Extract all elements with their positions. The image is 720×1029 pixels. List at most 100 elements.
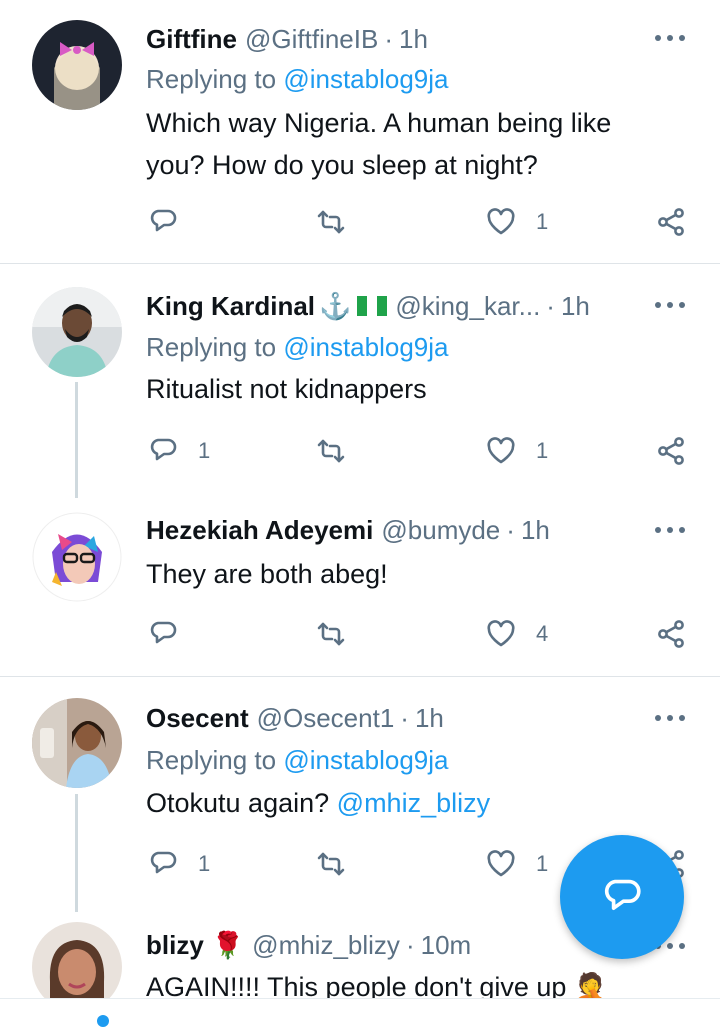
bottom-nav-bar	[0, 998, 720, 1029]
nigeria-flag-icon	[357, 296, 388, 316]
action-bar: 1	[0, 202, 720, 242]
heart-icon	[487, 437, 515, 464]
tweet-text: They are both abeg!	[146, 553, 686, 595]
compose-reply-button[interactable]	[560, 835, 684, 959]
anchor-emoji: ⚓	[319, 290, 352, 321]
avatar[interactable]	[32, 512, 122, 602]
tweet-header: Giftfine @GiftfineIB · 1h	[146, 22, 610, 56]
replying-to: Replying to @instablog9ja	[146, 64, 448, 95]
timestamp[interactable]: 10m	[421, 930, 472, 961]
tweet-text: Otokutu again? @mhiz_blizy	[146, 782, 686, 824]
tweet-text-line: Otokutu again?	[146, 788, 330, 818]
separator: ·	[405, 929, 415, 960]
reply-icon	[150, 438, 177, 461]
retweet-icon	[317, 852, 345, 876]
retweet-button[interactable]	[316, 431, 366, 471]
action-bar: 1 1	[0, 431, 720, 471]
reply-icon	[150, 851, 177, 874]
user-handle[interactable]: @mhiz_blizy	[252, 930, 400, 961]
tweet-header: King Kardinal ⚓ @king_kar... · 1h	[146, 289, 610, 323]
reply-icon	[150, 621, 177, 644]
compose-reply-icon	[604, 879, 641, 911]
tweet-text-line: Ritualist not kidnappers	[146, 374, 427, 404]
like-button[interactable]: 4	[486, 614, 548, 654]
avatar[interactable]	[32, 698, 122, 788]
separator: ·	[400, 702, 409, 733]
avatar[interactable]	[32, 20, 122, 110]
like-count: 1	[536, 851, 549, 876]
heart-icon	[487, 850, 515, 877]
display-name[interactable]: King Kardinal	[146, 291, 315, 322]
replying-to-label: Replying to	[146, 745, 277, 775]
mention-link[interactable]: @instablog9ja	[283, 332, 448, 362]
share-icon	[658, 208, 684, 236]
separator: ·	[506, 514, 515, 545]
share-icon	[658, 437, 684, 465]
retweet-button[interactable]	[316, 202, 366, 242]
retweet-icon	[317, 210, 345, 234]
user-handle[interactable]: @king_kar...	[395, 291, 540, 322]
tweet-divider	[0, 676, 720, 677]
reply-count: 1	[198, 438, 211, 463]
display-name[interactable]: Hezekiah Adeyemi	[146, 515, 373, 546]
tweet-text: Ritualist not kidnappers	[146, 368, 686, 410]
replying-to: Replying to @instablog9ja	[146, 745, 448, 776]
mention-link[interactable]: @instablog9ja	[283, 64, 448, 94]
like-count: 1	[536, 438, 549, 463]
separator: ·	[384, 23, 393, 54]
timestamp[interactable]: 1h	[521, 515, 550, 546]
like-button[interactable]: 1	[486, 202, 548, 242]
display-name[interactable]: blizy	[146, 930, 204, 961]
reply-count: 1	[198, 851, 211, 876]
share-button[interactable]	[656, 431, 686, 471]
retweet-button[interactable]	[316, 844, 366, 884]
like-button[interactable]: 1	[486, 431, 548, 471]
retweet-button[interactable]	[316, 614, 366, 654]
display-name[interactable]: Osecent	[146, 703, 249, 734]
like-count: 4	[536, 621, 549, 646]
more-options-icon[interactable]	[652, 708, 688, 728]
home-tab-indicator[interactable]	[97, 1015, 109, 1027]
replying-to-label: Replying to	[146, 332, 277, 362]
reply-button[interactable]: 1	[148, 844, 210, 884]
user-handle[interactable]: @GiftfineIB	[245, 24, 378, 55]
retweet-icon	[317, 439, 345, 463]
display-name[interactable]: Giftfine	[146, 24, 237, 55]
tweet-header: Osecent @Osecent1 · 1h	[146, 701, 610, 735]
reply-icon	[150, 209, 177, 232]
heart-icon	[487, 620, 515, 647]
share-button[interactable]	[656, 202, 686, 242]
mention-link[interactable]: @mhiz_blizy	[337, 788, 490, 818]
share-button[interactable]	[656, 614, 686, 654]
tweet-header: Hezekiah Adeyemi @bumyde · 1h	[146, 513, 610, 547]
tweet-text: Which way Nigeria. A human being like yo…	[146, 102, 686, 186]
tweet-divider	[0, 263, 720, 264]
rose-emoji: 🌹	[211, 929, 245, 960]
tweet-text-line: Which way Nigeria. A human being like	[146, 108, 612, 138]
user-handle[interactable]: @bumyde	[381, 515, 500, 546]
share-icon	[658, 620, 684, 648]
tweet-text-line: They are both abeg!	[146, 559, 388, 589]
replying-to-label: Replying to	[146, 64, 277, 94]
more-options-icon[interactable]	[652, 295, 688, 315]
like-count: 1	[536, 209, 549, 234]
separator: ·	[546, 290, 555, 321]
more-options-icon[interactable]	[652, 520, 688, 540]
avatar[interactable]	[32, 287, 122, 377]
tweet-text-line: you? How do you sleep at night?	[146, 150, 538, 180]
action-bar: 4	[0, 614, 720, 654]
replying-to: Replying to @instablog9ja	[146, 332, 448, 363]
more-options-icon[interactable]	[652, 28, 688, 48]
heart-icon	[487, 208, 515, 235]
reply-button[interactable]: 1	[148, 431, 210, 471]
retweet-icon	[317, 622, 345, 646]
timestamp[interactable]: 1h	[415, 703, 444, 734]
user-handle[interactable]: @Osecent1	[257, 703, 395, 734]
like-button[interactable]: 1	[486, 844, 548, 884]
mention-link[interactable]: @instablog9ja	[283, 745, 448, 775]
timestamp[interactable]: 1h	[561, 291, 590, 322]
reply-button[interactable]	[148, 202, 198, 242]
tweet-header: blizy 🌹 @mhiz_blizy · 10m	[146, 928, 610, 962]
timestamp[interactable]: 1h	[399, 24, 428, 55]
reply-button[interactable]	[148, 614, 198, 654]
